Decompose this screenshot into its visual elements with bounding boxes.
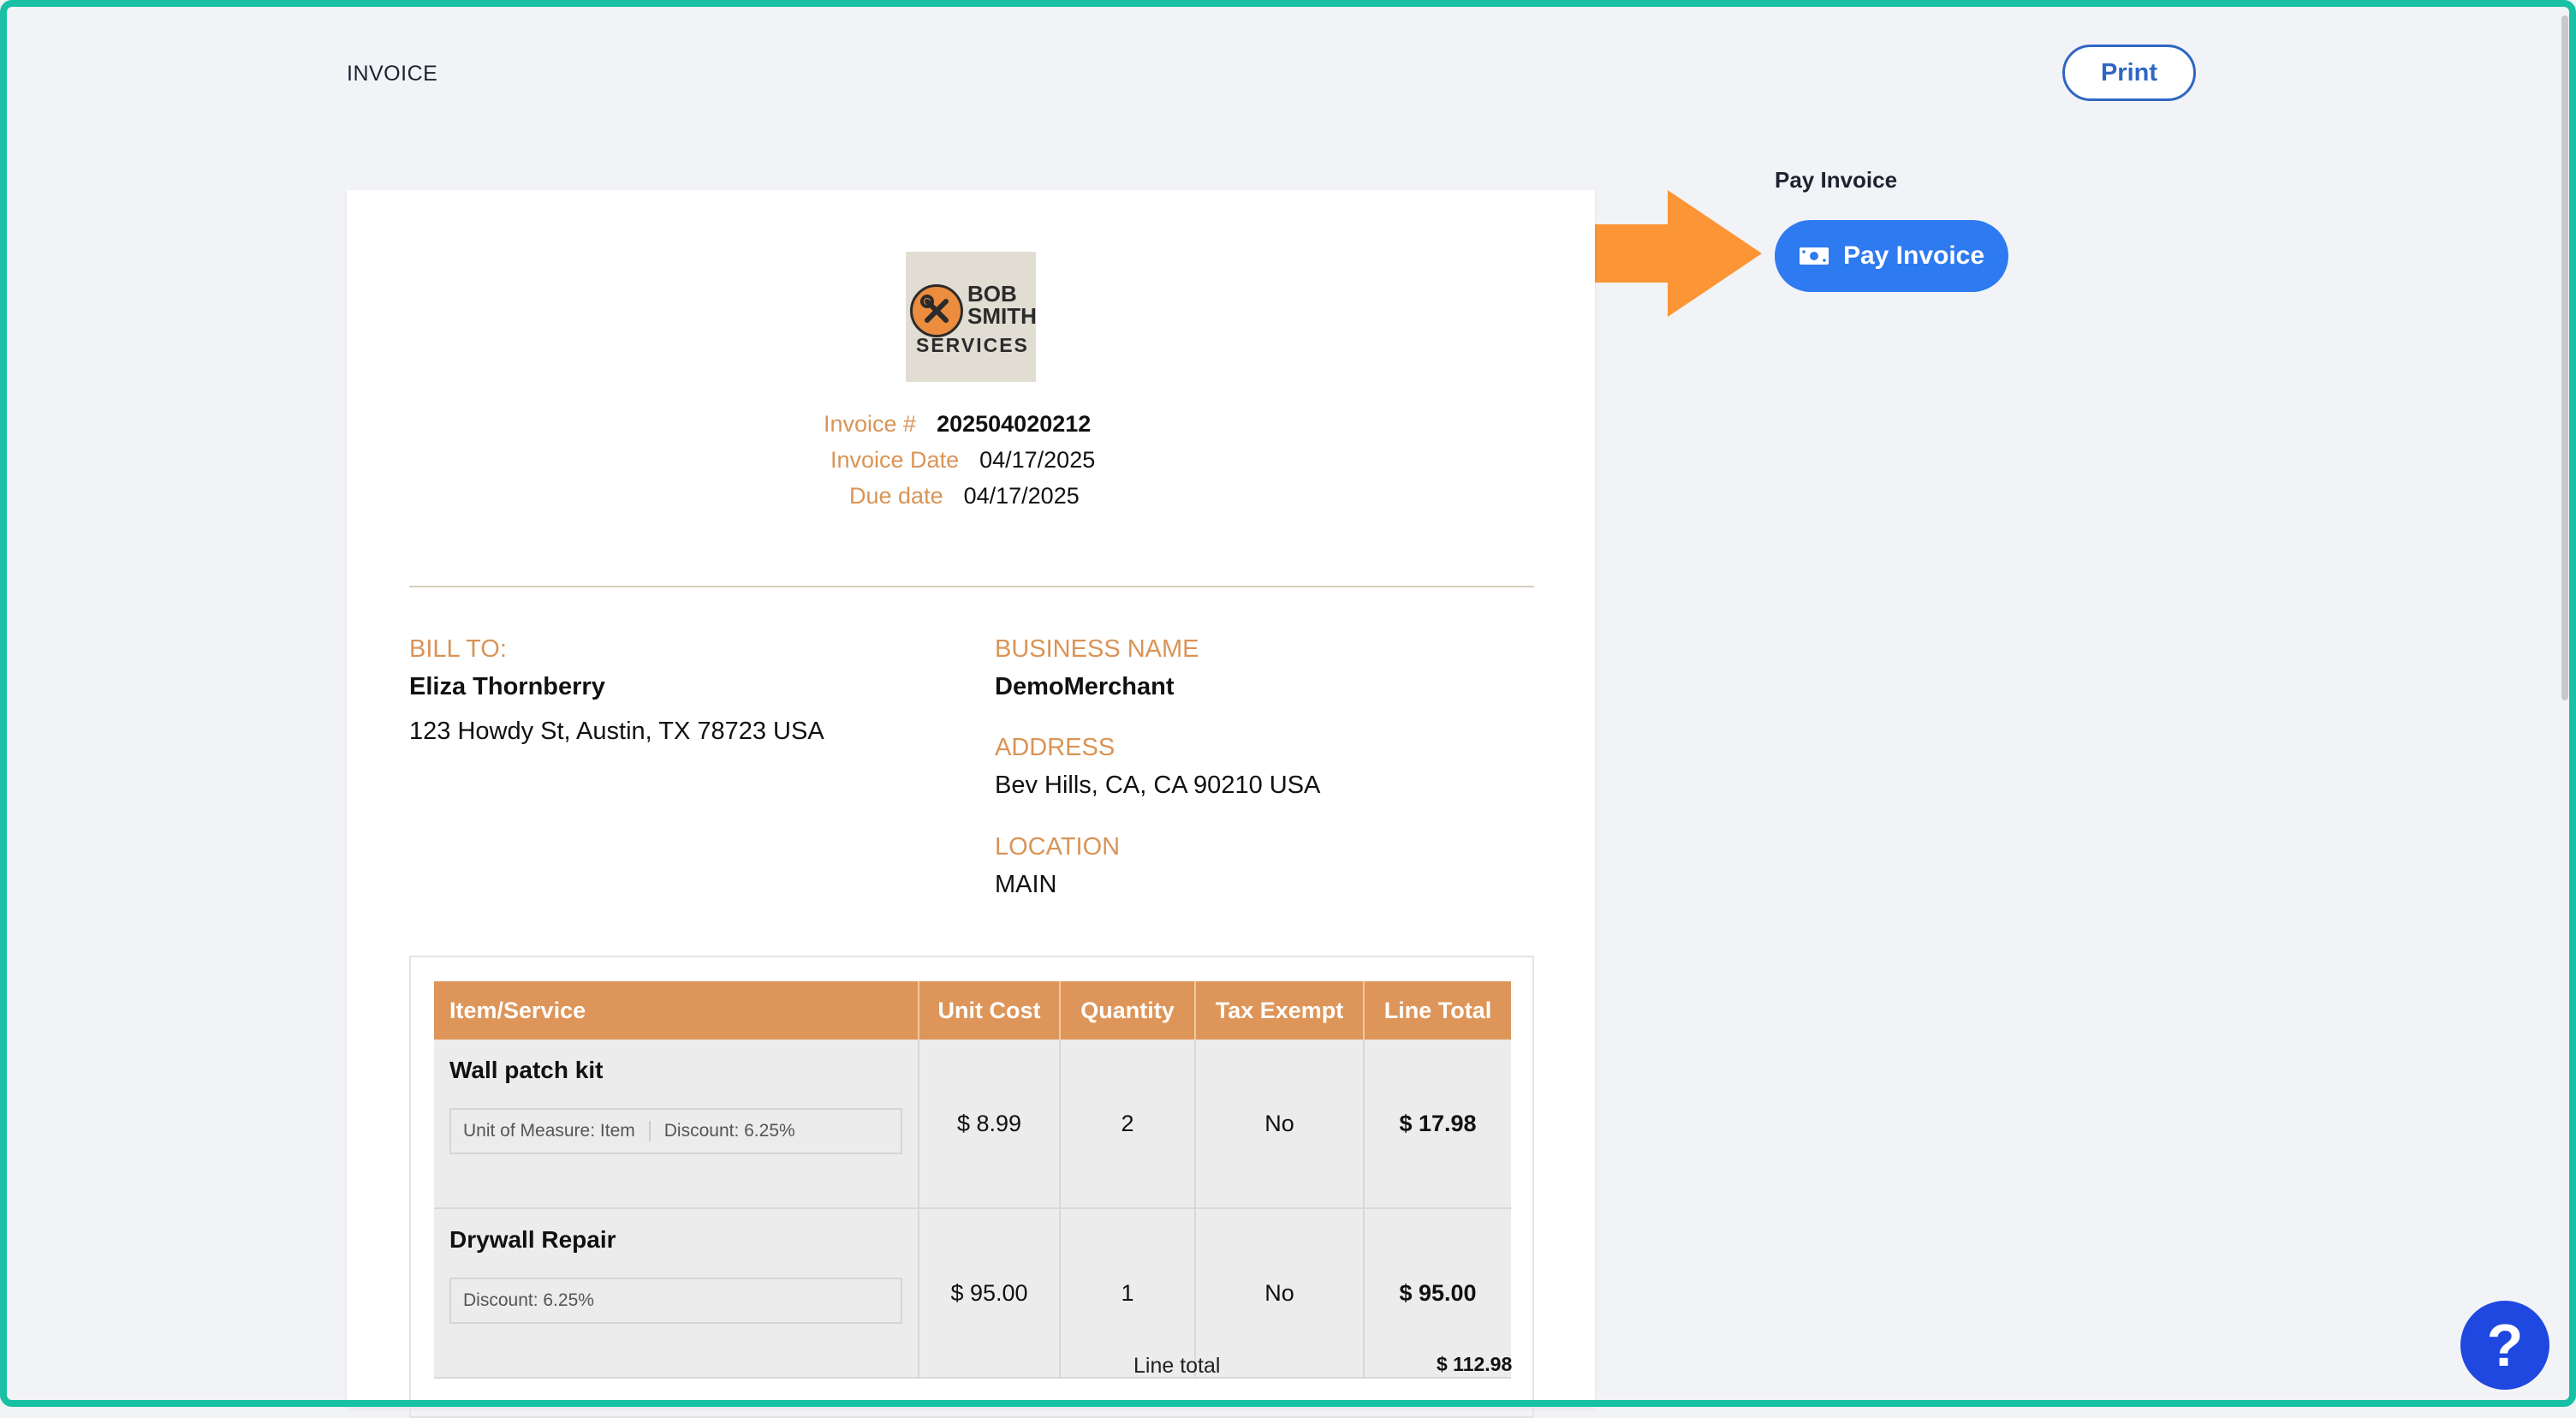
invoice-date-label: Invoice Date xyxy=(830,447,960,473)
table-header-row: Item/Service Unit Cost Quantity Tax Exem… xyxy=(434,981,1511,1040)
invoice-number: 202504020212 xyxy=(937,411,1092,437)
unit-cost-cell: $ 95.00 xyxy=(919,1208,1061,1379)
business-location: MAIN xyxy=(995,871,1057,898)
pay-invoice-button[interactable]: Pay Invoice xyxy=(1775,220,2008,292)
item-name: Wall patch kit xyxy=(449,1057,604,1083)
quantity-cell: 1 xyxy=(1060,1208,1196,1379)
line-total-value: $ 112.98 xyxy=(1437,1353,1513,1375)
business-logo: BOB SMITH SERVICES xyxy=(906,252,1037,382)
table-row: Wall patch kit Unit of Measure: Item Dis… xyxy=(434,1040,1511,1209)
column-header-tax-exempt: Tax Exempt xyxy=(1195,981,1365,1040)
scrollbar[interactable] xyxy=(2561,15,2568,700)
bill-to-address: 123 Howdy St, Austin, TX 78723 USA xyxy=(409,718,824,745)
due-date-row: Due date 04/17/2025 xyxy=(849,483,1080,509)
tax-exempt-cell: No xyxy=(1195,1208,1365,1379)
item-details: Discount: 6.25% xyxy=(449,1278,902,1324)
due-date: 04/17/2025 xyxy=(963,483,1080,509)
item-details: Unit of Measure: Item Discount: 6.25% xyxy=(449,1108,902,1154)
item-name: Drywall Repair xyxy=(449,1226,616,1253)
item-unit-of-measure: Unit of Measure: Item xyxy=(463,1121,635,1141)
logo-text-line3: SERVICES xyxy=(916,334,1029,356)
column-header-line-total: Line Total xyxy=(1364,981,1511,1040)
due-date-label: Due date xyxy=(849,483,943,509)
address-label: ADDRESS xyxy=(995,734,1115,761)
business-name: DemoMerchant xyxy=(995,673,1175,700)
line-total-label: Line total xyxy=(1133,1354,1221,1378)
business-name-label: BUSINESS NAME xyxy=(995,635,1199,663)
money-icon xyxy=(1799,247,1829,265)
pay-invoice-button-label: Pay Invoice xyxy=(1842,241,1985,270)
divider xyxy=(409,586,1534,587)
page-title: INVOICE xyxy=(347,62,438,86)
pay-invoice-heading: Pay Invoice xyxy=(1775,167,1898,193)
invoice-document: BOB SMITH SERVICES Invoice # 202504020212… xyxy=(347,190,1595,1418)
invoice-date: 04/17/2025 xyxy=(979,447,1096,473)
invoice-number-label: Invoice # xyxy=(824,411,917,437)
unit-cost-cell: $ 8.99 xyxy=(919,1040,1061,1209)
invoice-date-row: Invoice Date 04/17/2025 xyxy=(830,447,1095,474)
business-address: Bev Hills, CA, CA 90210 USA xyxy=(995,772,1321,799)
line-items-table: Item/Service Unit Cost Quantity Tax Exem… xyxy=(434,981,1511,1379)
item-discount: Discount: 6.25% xyxy=(463,1290,594,1310)
item-cell: Wall patch kit Unit of Measure: Item Dis… xyxy=(434,1040,919,1209)
tools-icon xyxy=(910,284,963,337)
item-discount: Discount: 6.25% xyxy=(663,1121,795,1141)
column-header-unit-cost: Unit Cost xyxy=(919,981,1061,1040)
invoice-number-row: Invoice # 202504020212 xyxy=(824,411,1091,438)
print-button[interactable]: Print xyxy=(2062,45,2196,101)
column-header-quantity: Quantity xyxy=(1060,981,1196,1040)
location-label: LOCATION xyxy=(995,833,1121,861)
separator xyxy=(648,1121,651,1141)
table-row: Drywall Repair Discount: 6.25% $ 95.00 1… xyxy=(434,1208,1511,1379)
tax-exempt-cell: No xyxy=(1195,1040,1365,1209)
line-total-cell: $ 17.98 xyxy=(1364,1040,1511,1209)
help-button[interactable]: ? xyxy=(2460,1301,2549,1390)
column-header-item: Item/Service xyxy=(434,981,919,1040)
bill-to-label: BILL TO: xyxy=(409,635,507,663)
logo-text-line2: SMITH xyxy=(967,303,1037,329)
bill-to-name: Eliza Thornberry xyxy=(409,673,605,700)
quantity-cell: 2 xyxy=(1060,1040,1196,1209)
item-cell: Drywall Repair Discount: 6.25% xyxy=(434,1208,919,1379)
line-items-panel: Item/Service Unit Cost Quantity Tax Exem… xyxy=(409,956,1534,1418)
